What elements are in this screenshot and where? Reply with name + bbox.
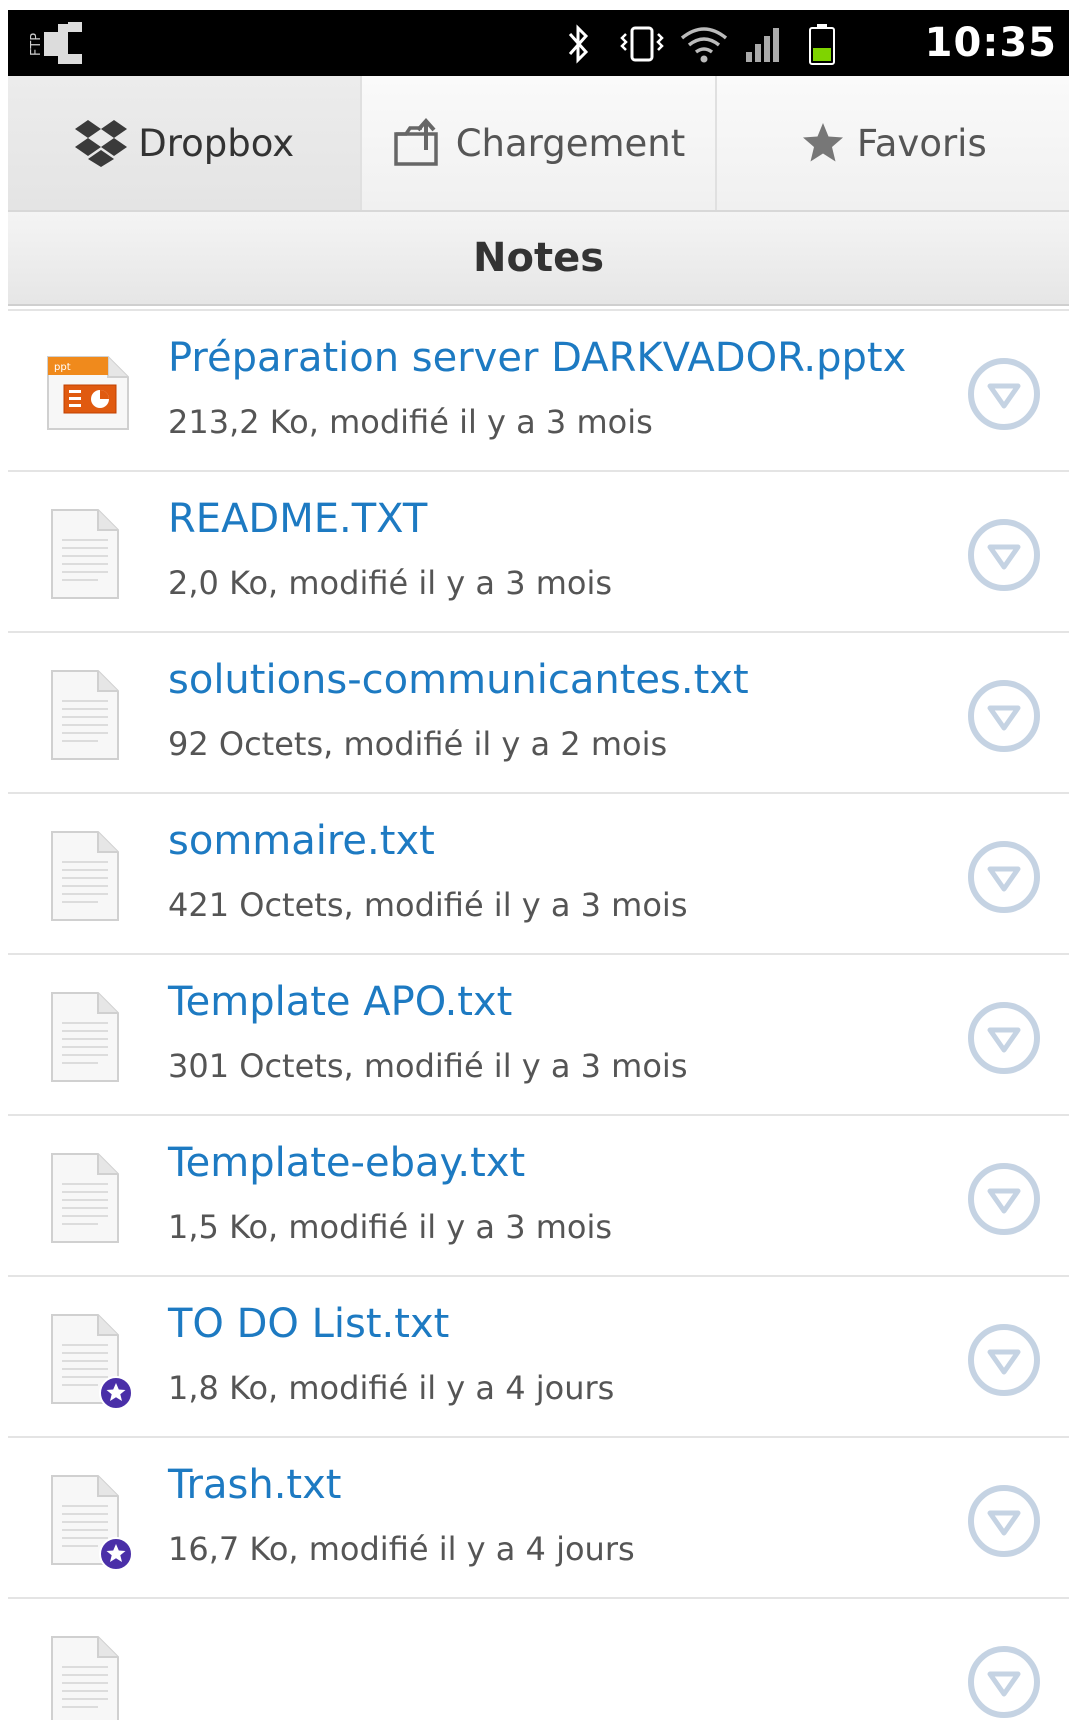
bluetooth-icon	[564, 24, 592, 68]
chevron-down-icon	[966, 841, 1042, 919]
chevron-down-icon	[966, 1163, 1042, 1241]
file-menu-button[interactable]	[966, 839, 1042, 915]
tab-label: Favoris	[856, 121, 987, 165]
file-row[interactable]	[8, 1599, 1069, 1720]
file-name[interactable]: README.TXT	[168, 496, 427, 542]
file-menu-button[interactable]	[966, 678, 1042, 754]
file-row[interactable]: Template-ebay.txt 1,5 Ko, modifié il y a…	[8, 1116, 1069, 1277]
file-row[interactable]: solutions-communicantes.txt 92 Octets, m…	[8, 633, 1069, 794]
file-row[interactable]: README.TXT 2,0 Ko, modifié il y a 3 mois	[8, 472, 1069, 633]
favorite-badge-icon	[99, 1537, 133, 1571]
battery-icon	[808, 24, 836, 70]
file-menu-button[interactable]	[966, 1644, 1042, 1720]
favorite-badge-icon	[99, 1376, 133, 1410]
file-menu-button[interactable]	[966, 1161, 1042, 1237]
file-meta: 213,2 Ko, modifié il y a 3 mois	[168, 403, 653, 441]
file-row[interactable]: TO DO List.txt 1,8 Ko, modifié il y a 4 …	[8, 1277, 1069, 1438]
signal-icon	[744, 24, 784, 68]
text-file-icon	[42, 1631, 132, 1720]
file-meta: 421 Octets, modifié il y a 3 mois	[168, 886, 688, 924]
section-header: Notes	[8, 212, 1069, 306]
file-name[interactable]: Template-ebay.txt	[168, 1140, 525, 1186]
chevron-down-icon	[966, 358, 1042, 436]
text-file-icon	[42, 826, 132, 926]
app-frame: FTP 10:35 ppt Préparation server DARKVAD…	[8, 10, 1069, 1720]
tab-chargement[interactable]: Chargement	[362, 76, 717, 210]
chevron-down-icon	[966, 1002, 1042, 1080]
tab-dropbox[interactable]: Dropbox	[8, 76, 363, 210]
file-menu-button[interactable]	[966, 1322, 1042, 1398]
svg-text:FTP: FTP	[29, 33, 44, 56]
star-icon	[799, 119, 847, 167]
file-meta: 16,7 Ko, modifié il y a 4 jours	[168, 1530, 635, 1568]
status-bar: FTP 10:35	[8, 10, 1069, 76]
file-name[interactable]: sommaire.txt	[168, 818, 435, 864]
file-meta: 92 Octets, modifié il y a 2 mois	[168, 725, 668, 763]
chevron-down-icon	[966, 1324, 1042, 1402]
file-meta: 301 Octets, modifié il y a 3 mois	[168, 1047, 688, 1085]
file-menu-button[interactable]	[966, 356, 1042, 432]
text-file-icon	[42, 1470, 133, 1571]
file-name[interactable]: solutions-communicantes.txt	[168, 657, 749, 703]
tab-favoris[interactable]: Favoris	[717, 76, 1069, 210]
chevron-down-icon	[966, 680, 1042, 758]
clock: 10:35	[924, 20, 1057, 66]
file-row[interactable]: ppt Préparation server DARKVADOR.pptx 21…	[8, 311, 1069, 472]
chevron-down-icon	[966, 1646, 1042, 1720]
tab-bar: Dropbox Chargement Favoris	[8, 76, 1069, 212]
pptx-file-icon: ppt	[42, 343, 132, 443]
file-name[interactable]: Préparation server DARKVADOR.pptx	[168, 335, 906, 381]
text-file-icon	[42, 665, 132, 765]
file-row[interactable]: Template APO.txt 301 Octets, modifié il …	[8, 955, 1069, 1116]
text-file-icon	[42, 1309, 133, 1410]
file-list[interactable]: 649 Octets, modifié il y a 1 mois ppt Pr…	[8, 150, 1069, 1720]
dropbox-icon	[74, 118, 128, 168]
text-file-icon	[42, 504, 132, 604]
text-file-icon	[42, 987, 132, 1087]
vibrate-icon	[618, 24, 666, 68]
ftp-plug-icon: FTP	[26, 18, 86, 68]
chevron-down-icon	[966, 1485, 1042, 1563]
file-name[interactable]: TO DO List.txt	[168, 1301, 449, 1347]
file-row[interactable]: Trash.txt 16,7 Ko, modifié il y a 4 jour…	[8, 1438, 1069, 1599]
file-menu-button[interactable]	[966, 517, 1042, 593]
file-menu-button[interactable]	[966, 1483, 1042, 1559]
file-menu-button[interactable]	[966, 1000, 1042, 1076]
chevron-down-icon	[966, 519, 1042, 597]
file-name[interactable]: Trash.txt	[168, 1462, 341, 1508]
file-row[interactable]: sommaire.txt 421 Octets, modifié il y a …	[8, 794, 1069, 955]
upload-icon	[392, 118, 446, 168]
file-meta: 2,0 Ko, modifié il y a 3 mois	[168, 564, 613, 602]
tab-label: Chargement	[455, 121, 686, 165]
text-file-icon	[42, 1148, 132, 1248]
file-name[interactable]: Template APO.txt	[168, 979, 512, 1025]
wifi-icon	[678, 24, 730, 68]
svg-text:ppt: ppt	[54, 362, 71, 373]
file-meta: 1,8 Ko, modifié il y a 4 jours	[168, 1369, 615, 1407]
file-meta: 1,5 Ko, modifié il y a 3 mois	[168, 1208, 613, 1246]
tab-label: Dropbox	[138, 121, 295, 165]
